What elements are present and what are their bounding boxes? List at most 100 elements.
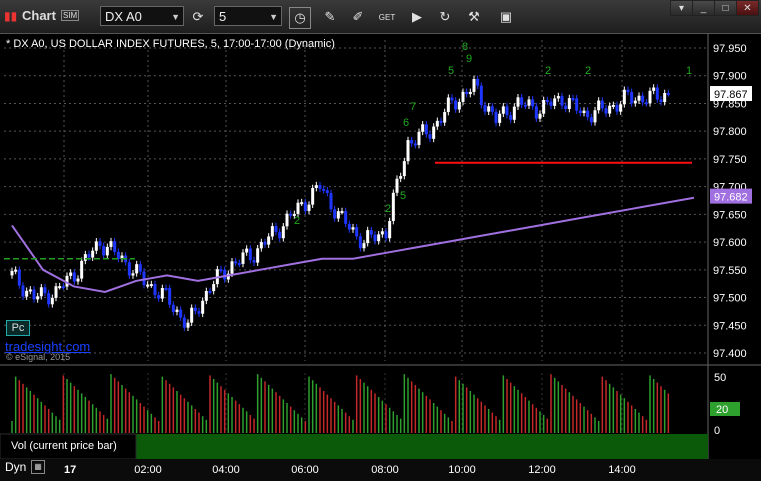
sim-badge: SIM — [61, 10, 80, 21]
candle-body — [476, 78, 480, 86]
play-icon[interactable]: ▶ — [407, 7, 427, 27]
candle-body — [131, 273, 135, 276]
candle-body — [520, 97, 524, 105]
chart-header: * DX A0, US DOLLAR INDEX FUTURES, 5, 17:… — [6, 38, 335, 50]
candle-body — [10, 270, 14, 276]
maximize-button[interactable]: □ — [714, 0, 737, 16]
pencil-icon[interactable]: ✎ — [320, 7, 340, 27]
candle-body — [245, 248, 249, 253]
price-tick-label: 97.550 — [713, 265, 747, 277]
setup-count-label: 2 — [545, 65, 551, 77]
get-data-icon[interactable]: GET — [377, 7, 397, 27]
price-chart[interactable]: 895762 2 122597.95097.90097.85097.80097.75… — [0, 34, 761, 481]
chevron-down-icon[interactable]: ▼ — [171, 7, 180, 27]
candle-body — [50, 297, 54, 305]
candle-body — [439, 120, 443, 123]
candle-body — [43, 287, 47, 294]
candle-body — [443, 112, 447, 123]
candle-body — [446, 97, 450, 113]
candle-body — [399, 176, 403, 179]
candle-body — [391, 192, 395, 222]
candle-body — [358, 236, 362, 249]
candle-body — [164, 288, 168, 291]
candle-body — [373, 234, 377, 242]
candle-body — [564, 105, 568, 109]
candle-body — [256, 248, 260, 263]
candle-body — [14, 269, 18, 272]
vol-tick-label: 50 — [714, 372, 726, 384]
chart-app-icon: ▮▮ — [4, 9, 18, 23]
refresh-icon[interactable]: ↻ — [435, 7, 455, 27]
candle-body — [369, 230, 373, 235]
candle-body — [314, 185, 318, 189]
setup-count-label: 2 — [585, 65, 591, 77]
candle-body — [285, 213, 289, 227]
candle-body — [76, 278, 80, 282]
copyright: © eSignal, 2015 — [6, 352, 71, 362]
minimize-button[interactable]: _ — [692, 0, 715, 16]
candle-body — [146, 284, 150, 287]
candle-body — [648, 90, 652, 104]
draw-icon[interactable]: ✐ — [348, 7, 368, 27]
candle-body — [545, 99, 549, 102]
price-tick-label: 97.450 — [713, 320, 747, 332]
time-tick-label: 17 — [64, 464, 76, 476]
volume-study-label[interactable]: Vol (current price bar) — [11, 440, 117, 452]
candle-body — [32, 289, 36, 300]
time-tick-label: 08:00 — [371, 464, 399, 476]
time-mode[interactable]: Dyn — [5, 460, 26, 474]
candle-body — [498, 113, 502, 123]
clock-icon[interactable]: ◷ — [289, 7, 311, 29]
pc-button[interactable]: Pc — [6, 320, 30, 336]
chevron-down-icon[interactable]: ▼ — [269, 7, 278, 27]
candle-body — [421, 124, 425, 132]
candle-body — [21, 285, 25, 297]
candle-body — [36, 296, 40, 300]
menu-button[interactable]: ▾ — [670, 0, 693, 16]
candle-body — [190, 307, 194, 323]
candle-body — [318, 185, 322, 189]
candle-body — [289, 213, 293, 216]
interval-input[interactable]: 5 ▼ — [214, 6, 282, 26]
candle-body — [94, 241, 98, 251]
candle-body — [666, 93, 670, 96]
candle-body — [663, 93, 667, 103]
link-cycle-icon[interactable]: ⟳ — [188, 7, 208, 27]
setup-count-label: 5 — [400, 190, 406, 202]
candle-body — [428, 134, 432, 139]
candle-body — [490, 106, 494, 112]
price-tick-label: 97.600 — [713, 237, 747, 249]
setup-count-label: 6 — [403, 117, 409, 129]
calendar-icon[interactable]: ▦ — [31, 460, 45, 474]
candle-body — [593, 110, 597, 123]
candle-body — [344, 211, 348, 224]
vol-tick-label: 0 — [714, 425, 720, 437]
candle-body — [347, 223, 351, 230]
candle-body — [494, 111, 498, 123]
candle-body — [61, 286, 65, 289]
candle-body — [105, 246, 109, 256]
candle-body — [553, 98, 557, 106]
candle-body — [457, 101, 461, 110]
candle-body — [179, 309, 183, 318]
time-tick-label: 14:00 — [608, 464, 636, 476]
candle-body — [435, 120, 439, 127]
candle-body — [230, 261, 234, 274]
candle-body — [534, 106, 538, 119]
browser-icon[interactable]: ▣ — [496, 7, 516, 27]
candle-body — [571, 98, 575, 101]
candle-body — [417, 131, 421, 146]
symbol-input[interactable]: DX A0 ▼ — [100, 6, 184, 26]
tools-icon[interactable]: ⚒ — [464, 7, 484, 27]
candle-body — [300, 202, 304, 205]
candle-body — [223, 269, 227, 280]
close-button[interactable]: ✕ — [736, 0, 759, 16]
candle-body — [171, 304, 175, 312]
candle-body — [450, 97, 454, 101]
candle-body — [626, 89, 630, 92]
candle-body — [516, 97, 520, 107]
candle-body — [274, 226, 278, 232]
candle-body — [197, 311, 201, 314]
candle-body — [234, 261, 238, 264]
candle-body — [138, 264, 142, 272]
